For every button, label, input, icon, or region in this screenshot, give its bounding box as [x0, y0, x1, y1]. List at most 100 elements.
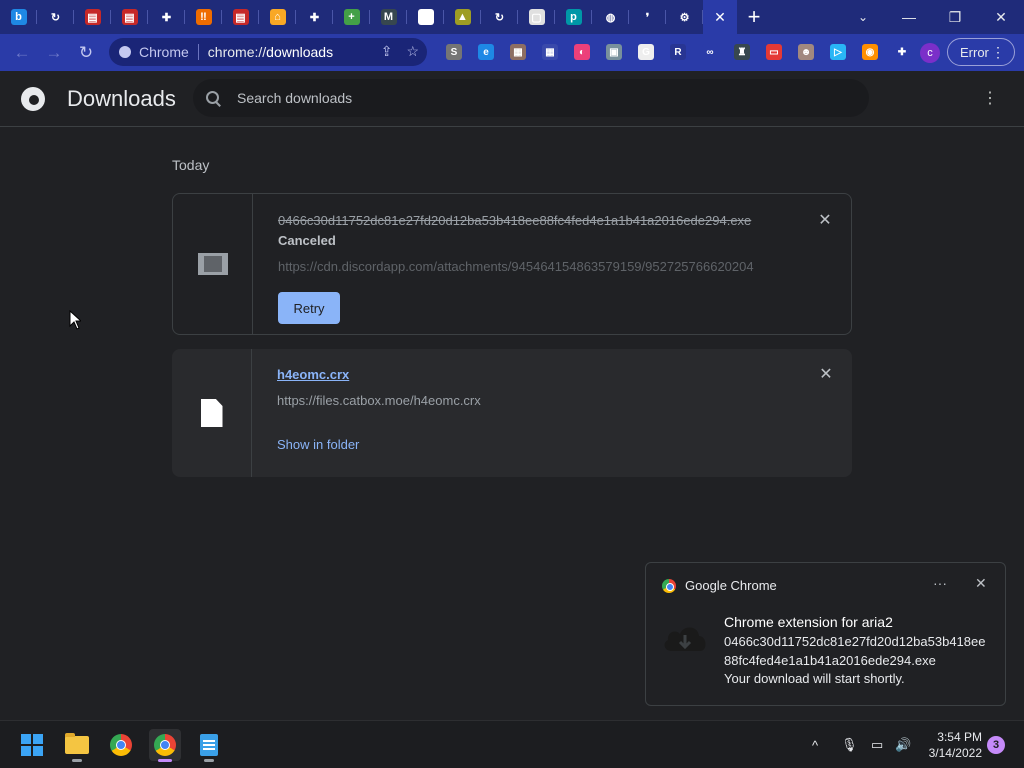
tab-13-favicon-icon: ▲ — [454, 9, 471, 25]
profile-avatar[interactable]: c — [920, 43, 940, 63]
file-explorer-button[interactable] — [61, 729, 93, 762]
minimize-button[interactable]: — — [886, 0, 932, 34]
tab-11-favicon-icon: M — [380, 9, 397, 25]
tab-loading[interactable]: ↻ — [37, 0, 74, 34]
network-icon[interactable]: ▭ — [871, 721, 883, 768]
new-tab-button[interactable]: + — [737, 0, 771, 34]
reload-button[interactable]: ↻ — [70, 37, 102, 69]
ext-13-button[interactable]: ▷ — [822, 42, 854, 62]
bing-favicon-icon: b — [10, 9, 27, 25]
tab-extensions[interactable]: ✚ — [148, 0, 185, 34]
ext-11-button[interactable]: ▭ — [758, 42, 790, 62]
maximize-button[interactable]: ❐ — [932, 0, 978, 34]
back-button[interactable]: ← — [6, 37, 38, 69]
system-clock[interactable]: 3:54 PM 3/14/2022 — [912, 729, 982, 761]
site-label: Chrome — [139, 44, 189, 60]
tab-tab-16[interactable]: p — [555, 0, 592, 34]
tab-store-1[interactable]: ▤ — [74, 0, 111, 34]
tab-settings[interactable]: ⚙ — [666, 0, 703, 34]
tab-tab-11[interactable]: M — [370, 0, 407, 34]
chrome-site-icon — [119, 46, 131, 58]
ext-s-button[interactable]: S — [438, 42, 470, 62]
chrome-active-taskbar-button[interactable] — [149, 729, 181, 762]
tab-extensions-2[interactable]: ✚ — [296, 0, 333, 34]
ext-12-icon: ☻ — [798, 44, 814, 60]
tab-tab-6[interactable]: ‼ — [185, 0, 222, 34]
tab-search-icon[interactable]: ⌄ — [848, 0, 878, 34]
search-bar[interactable] — [193, 79, 869, 117]
chrome-taskbar-button[interactable] — [105, 729, 137, 761]
error-label: Error — [960, 44, 989, 60]
tab-bing[interactable]: b — [0, 0, 37, 34]
cloud-download-icon — [664, 627, 706, 651]
url-text[interactable]: chrome://downloads — [208, 44, 333, 60]
downloads-header: Downloads ⋮ — [0, 71, 1024, 127]
store-2-favicon-icon: ▤ — [121, 9, 138, 25]
share-icon[interactable]: ⇪ — [381, 43, 393, 60]
ext-9-icon: ∞ — [702, 44, 718, 60]
taskbar: ^ 🎙 ▭ 🔊 3:54 PM 3/14/2022 3 — [0, 720, 1024, 768]
notification-app-name: Google Chrome — [685, 578, 777, 593]
settings-favicon-icon: ⚙ — [679, 11, 690, 24]
tab-globe[interactable]: ◍ — [592, 0, 629, 34]
ext-9-button[interactable]: ∞ — [694, 42, 726, 62]
close-window-button[interactable]: ✕ — [978, 0, 1024, 34]
extensions-puzzle-button[interactable]: ✚ — [886, 42, 918, 62]
extensions-favicon-icon: ✚ — [161, 11, 172, 24]
notepad-taskbar-button[interactable] — [193, 729, 225, 762]
tab-store-2[interactable]: ▤ — [111, 0, 148, 34]
ext-3-button[interactable]: ▦ — [502, 42, 534, 62]
start-button[interactable] — [16, 729, 48, 761]
forward-button[interactable]: → — [38, 37, 70, 69]
loading-favicon-icon: ↻ — [50, 11, 61, 24]
address-bar[interactable]: Chrome chrome://downloads ⇪ ☆ — [109, 38, 427, 66]
globe-favicon-icon: ◍ — [605, 11, 616, 24]
tab-tab-15[interactable]: ▢ — [518, 0, 555, 34]
ext-13-icon: ▷ — [830, 44, 846, 60]
ext-10-button[interactable]: ♜ — [726, 42, 758, 62]
search-input[interactable] — [237, 90, 837, 106]
error-menu-button[interactable]: Error ⋮ — [947, 38, 1015, 66]
ext-edge-button[interactable]: e — [470, 42, 502, 62]
show-in-folder-link[interactable]: Show in folder — [277, 437, 359, 452]
ext-5-button[interactable]: ◐ — [566, 42, 598, 62]
running-indicator — [204, 759, 214, 762]
bookmark-star-icon[interactable]: ☆ — [406, 43, 419, 60]
microphone-icon[interactable]: 🎙 — [841, 721, 858, 768]
download-filename-link[interactable]: h4eomc.crx — [277, 367, 349, 382]
tab-add[interactable]: + — [333, 0, 370, 34]
retry-button[interactable]: Retry — [278, 292, 340, 324]
tray-chevron-icon[interactable]: ^ — [812, 721, 818, 768]
download-url[interactable]: https://cdn.discordapp.com/attachments/9… — [278, 259, 773, 274]
download-notification[interactable]: Google Chrome ··· ✕ Chrome extension for… — [645, 562, 1006, 706]
document-file-icon — [200, 399, 223, 427]
remove-download-icon[interactable]: ✕ — [817, 213, 833, 229]
notification-more-icon[interactable]: ··· — [933, 575, 947, 591]
tab-tab-12[interactable]: ▬ — [407, 0, 444, 34]
omnibox-separator — [197, 44, 199, 60]
tab-loading-2[interactable]: ↻ — [481, 0, 518, 34]
tab-downloads[interactable]: ✕ — [703, 0, 737, 34]
volume-icon[interactable]: 🔊 — [895, 721, 911, 768]
tab-home[interactable]: ⌂ — [259, 0, 296, 34]
close-tab-icon[interactable]: ✕ — [714, 9, 726, 26]
tab-store-3[interactable]: ▤ — [222, 0, 259, 34]
ext-4-button[interactable]: ▦ — [534, 42, 566, 62]
tab-tab-13[interactable]: ▲ — [444, 0, 481, 34]
ext-6-button[interactable]: ▣ — [598, 42, 630, 62]
download-url[interactable]: https://files.catbox.moe/h4eomc.crx — [277, 393, 481, 408]
ext-14-button[interactable]: ◉ — [854, 42, 886, 62]
running-indicator — [72, 759, 82, 762]
notification-close-icon[interactable]: ✕ — [975, 575, 987, 592]
tab-tab-18[interactable]: ❜ — [629, 0, 666, 34]
remove-download-icon[interactable]: ✕ — [818, 367, 834, 383]
notification-count-badge[interactable]: 3 — [987, 736, 1005, 754]
more-actions-icon[interactable]: ⋮ — [980, 89, 1000, 109]
ext-r-button[interactable]: R — [662, 42, 694, 62]
date-section-label: Today — [172, 157, 210, 173]
notepad-icon — [200, 734, 218, 756]
chrome-logo-icon — [21, 87, 45, 111]
download-status: Canceled — [278, 233, 336, 248]
ext-12-button[interactable]: ☻ — [790, 42, 822, 62]
ext-7-button[interactable]: G — [630, 42, 662, 62]
